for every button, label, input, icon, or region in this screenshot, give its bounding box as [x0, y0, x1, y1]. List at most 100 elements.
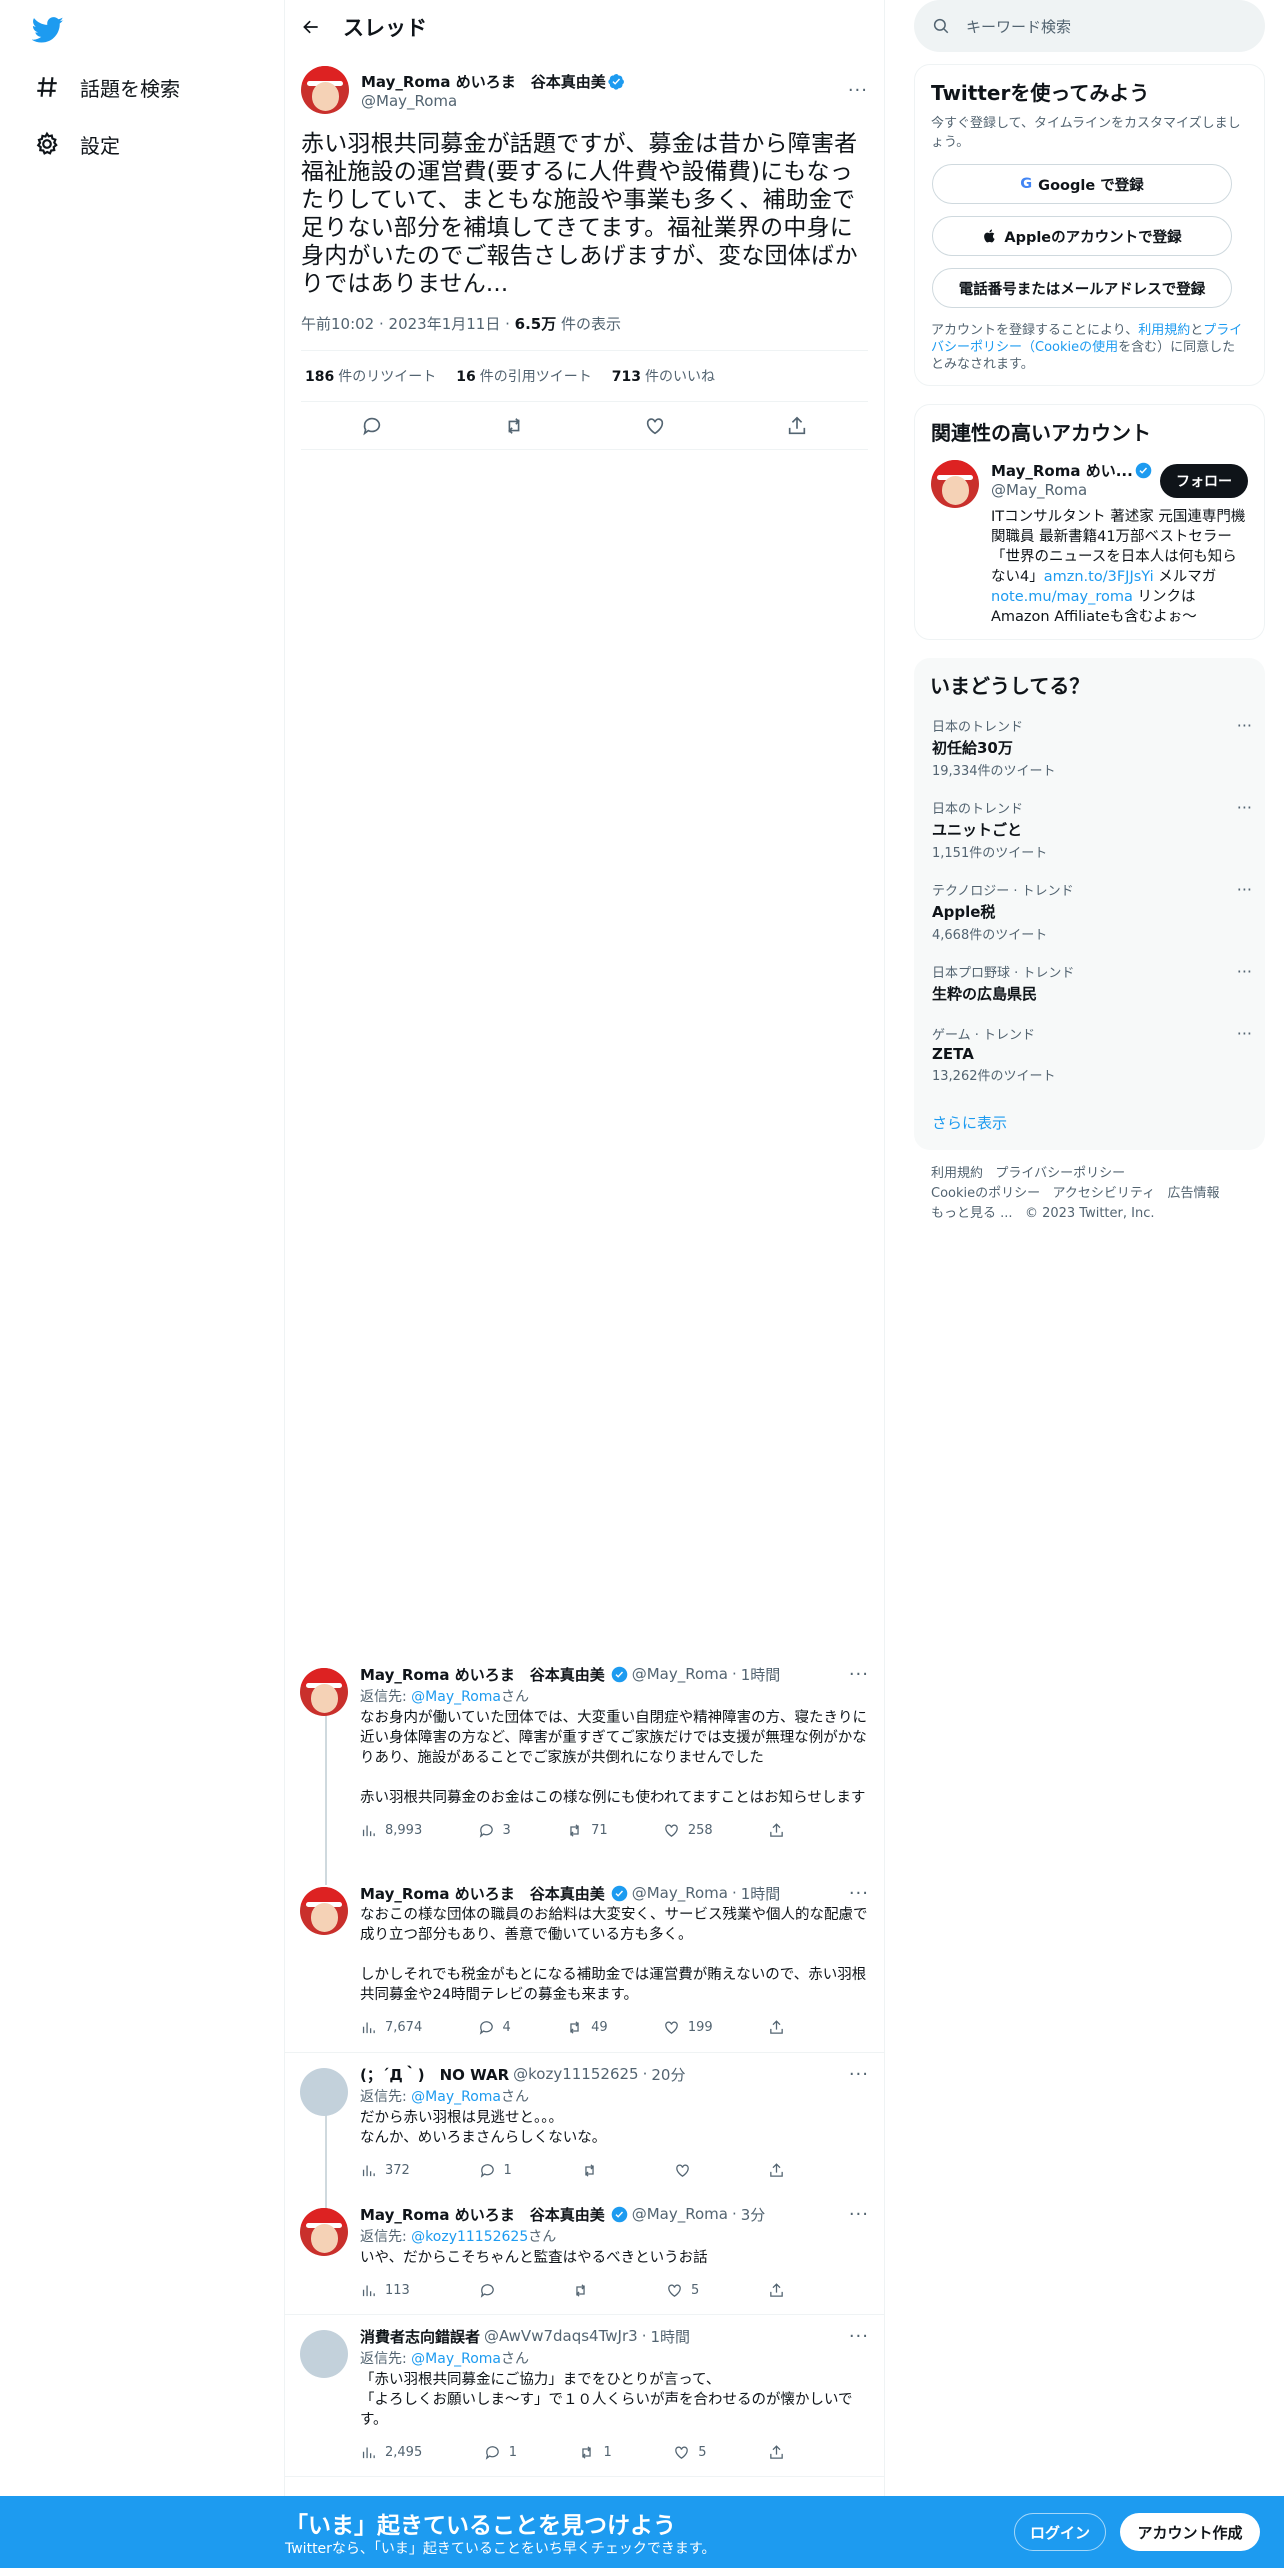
author-handle[interactable]: @May_Roma: [361, 92, 625, 110]
reply-author-name[interactable]: May_Roma めいろま 谷本真由美: [360, 1883, 605, 1904]
more-options-icon[interactable]: ···: [849, 2064, 869, 2085]
retweet-button[interactable]: [581, 2162, 606, 2179]
show-more-link[interactable]: さらに表示: [932, 1112, 1007, 1133]
login-button[interactable]: ログイン: [1014, 2513, 1106, 2551]
footer-ads[interactable]: 広告情報: [1168, 1186, 1220, 1201]
related-name[interactable]: May_Roma めい...: [991, 462, 1133, 480]
related-handle[interactable]: @May_Roma: [991, 481, 1160, 499]
bio-link[interactable]: amzn.to/3FJJsYi: [1044, 569, 1154, 585]
share-icon[interactable]: [786, 415, 808, 437]
more-options-icon[interactable]: ···: [1237, 798, 1252, 817]
reply-author-name[interactable]: May_Roma めいろま 谷本真由美: [360, 1664, 605, 1685]
reply-button[interactable]: 4: [478, 2019, 511, 2036]
share-button[interactable]: [768, 2282, 785, 2299]
views-button[interactable]: 2,495: [360, 2444, 422, 2461]
avatar[interactable]: [300, 1887, 348, 1935]
more-options-icon[interactable]: ···: [1237, 880, 1252, 899]
reply-time[interactable]: 20分: [651, 2064, 685, 2085]
phone-email-signup-button[interactable]: 電話番号またはメールアドレスで登録: [932, 268, 1232, 308]
apple-signup-button[interactable]: Appleのアカウントで登録: [932, 216, 1232, 256]
retweet-icon[interactable]: [503, 415, 525, 437]
footer-accessibility[interactable]: アクセシビリティ: [1053, 1186, 1156, 1201]
tweet-time[interactable]: 午前10:02: [301, 315, 374, 333]
views-button[interactable]: 372: [360, 2162, 410, 2179]
reply-button[interactable]: 3: [478, 1822, 511, 1839]
retweets-stat[interactable]: 186 件のリツイート: [305, 366, 436, 386]
reply-tweet[interactable]: 消費者志向錯誤者 @AwVw7daqs4TwJr3 · 1時間 ··· 返信先: @Ma…: [284, 2326, 885, 2462]
like-button[interactable]: 5: [673, 2444, 707, 2461]
reply-author-handle[interactable]: @AwVw7daqs4TwJr3: [484, 2327, 638, 2345]
footer-terms[interactable]: 利用規約: [931, 1166, 983, 1181]
author-name[interactable]: May_Roma めいろま 谷本真由美: [361, 73, 606, 91]
like-button[interactable]: 5: [666, 2282, 699, 2299]
reply-icon[interactable]: [361, 415, 383, 437]
retweet-button[interactable]: [572, 2282, 597, 2299]
reply-time[interactable]: 3分: [741, 2204, 766, 2225]
reply-author-handle[interactable]: @May_Roma: [632, 1665, 728, 1683]
nav-settings[interactable]: 設定: [24, 117, 134, 171]
reply-to-link[interactable]: @May_Roma: [411, 2351, 501, 2367]
like-icon[interactable]: [644, 415, 666, 437]
google-signup-button[interactable]: G Google で登録: [932, 164, 1232, 204]
more-options-icon[interactable]: ···: [849, 1664, 869, 1685]
reply-author-handle[interactable]: @May_Roma: [632, 1884, 728, 1902]
reply-author-handle[interactable]: @May_Roma: [632, 2205, 728, 2223]
share-button[interactable]: [768, 1822, 785, 1839]
avatar[interactable]: [300, 2068, 348, 2116]
share-button[interactable]: [768, 2444, 785, 2461]
retweet-button[interactable]: 49: [566, 2019, 608, 2036]
reply-author-handle[interactable]: @kozy11152625: [513, 2065, 638, 2083]
retweet-button[interactable]: 1: [578, 2444, 612, 2461]
trend-item[interactable]: 日本プロ野球 · トレンド 生粋の広島県民 ···: [932, 962, 1252, 1004]
views-button[interactable]: 8,993: [360, 1822, 422, 1839]
reply-to-link[interactable]: @kozy11152625: [411, 2229, 528, 2245]
trend-item[interactable]: ゲーム · トレンド ZETA 13,262件のツイート ···: [932, 1024, 1252, 1084]
like-button[interactable]: [674, 2162, 699, 2179]
reply-time[interactable]: 1時間: [741, 1664, 781, 1685]
like-button[interactable]: 258: [663, 1822, 713, 1839]
more-options-icon[interactable]: ···: [849, 1883, 869, 1904]
reply-tweet[interactable]: (；´Д｀) NO WAR @kozy11152625 · 20分 ··· 返信先: @…: [284, 2064, 885, 2180]
more-options-icon[interactable]: ···: [1237, 1024, 1252, 1043]
likes-stat[interactable]: 713 件のいいね: [612, 366, 715, 386]
avatar[interactable]: [931, 460, 979, 508]
avatar[interactable]: [301, 66, 349, 114]
trend-item[interactable]: テクノロジー · トレンド Apple税 4,668件のツイート ···: [932, 880, 1252, 943]
follow-button[interactable]: フォロー: [1160, 464, 1248, 498]
search-input[interactable]: キーワード検索: [914, 0, 1265, 52]
more-options-icon[interactable]: ···: [848, 80, 868, 101]
bio-link[interactable]: note.mu/may_roma: [991, 589, 1133, 605]
more-options-icon[interactable]: ···: [1237, 716, 1252, 735]
reply-author-name[interactable]: May_Roma めいろま 谷本真由美: [360, 2204, 605, 2225]
more-options-icon[interactable]: ···: [849, 2326, 869, 2347]
trend-item[interactable]: 日本のトレンド ユニットごと 1,151件のツイート ···: [932, 798, 1252, 861]
signup-button[interactable]: アカウント作成: [1120, 2513, 1260, 2551]
reply-button[interactable]: 1: [484, 2444, 517, 2461]
reply-button[interactable]: [479, 2282, 504, 2299]
reply-tweet[interactable]: May_Roma めいろま 谷本真由美 @May_Roma · 3分 ··· 返信先: …: [284, 2204, 885, 2300]
like-button[interactable]: 199: [663, 2019, 713, 2036]
footer-cookie[interactable]: Cookieのポリシー: [931, 1186, 1040, 1201]
reply-time[interactable]: 1時間: [741, 1883, 781, 1904]
share-button[interactable]: [768, 2019, 785, 2036]
reply-time[interactable]: 1時間: [650, 2326, 690, 2347]
nav-explore[interactable]: 話題を検索: [24, 60, 194, 114]
reply-author-name[interactable]: 消費者志向錯誤者: [360, 2326, 480, 2347]
views-button[interactable]: 113: [360, 2282, 410, 2299]
twitter-logo-icon[interactable]: [32, 14, 64, 46]
reply-author-name[interactable]: (；´Д｀) NO WAR: [360, 2064, 509, 2085]
tweet-date[interactable]: 2023年1月11日: [389, 315, 501, 333]
reply-tweet[interactable]: May_Roma めいろま 谷本真由美 @May_Roma · 1時間 ··· 返信先:…: [284, 1664, 885, 1840]
trend-item[interactable]: 日本のトレンド 初任給30万 19,334件のツイート ···: [932, 716, 1252, 779]
more-options-icon[interactable]: ···: [1237, 962, 1252, 981]
reply-button[interactable]: 1: [479, 2162, 512, 2179]
footer-privacy[interactable]: プライバシーポリシー: [995, 1166, 1125, 1181]
reply-to-link[interactable]: @May_Roma: [411, 1689, 501, 1705]
quotes-stat[interactable]: 16 件の引用ツイート: [456, 366, 591, 386]
views-button[interactable]: 7,674: [360, 2019, 422, 2036]
avatar[interactable]: [300, 2208, 348, 2256]
avatar[interactable]: [300, 2330, 348, 2378]
footer-more[interactable]: もっと見る ...: [931, 1206, 1013, 1221]
avatar[interactable]: [300, 1668, 348, 1716]
terms-link[interactable]: 利用規約: [1138, 323, 1190, 338]
